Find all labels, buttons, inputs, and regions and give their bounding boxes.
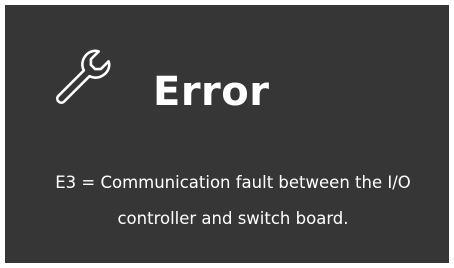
error-message-line-2: controller and switch board. <box>117 209 349 228</box>
error-screen: Error E3 = Communication fault between t… <box>5 5 449 263</box>
error-message-line-1: E3 = Communication fault between the I/O <box>55 173 411 192</box>
error-title: Error <box>153 69 270 115</box>
error-message: E3 = Communication fault between the I/O… <box>5 165 449 237</box>
wrench-icon <box>55 49 111 105</box>
